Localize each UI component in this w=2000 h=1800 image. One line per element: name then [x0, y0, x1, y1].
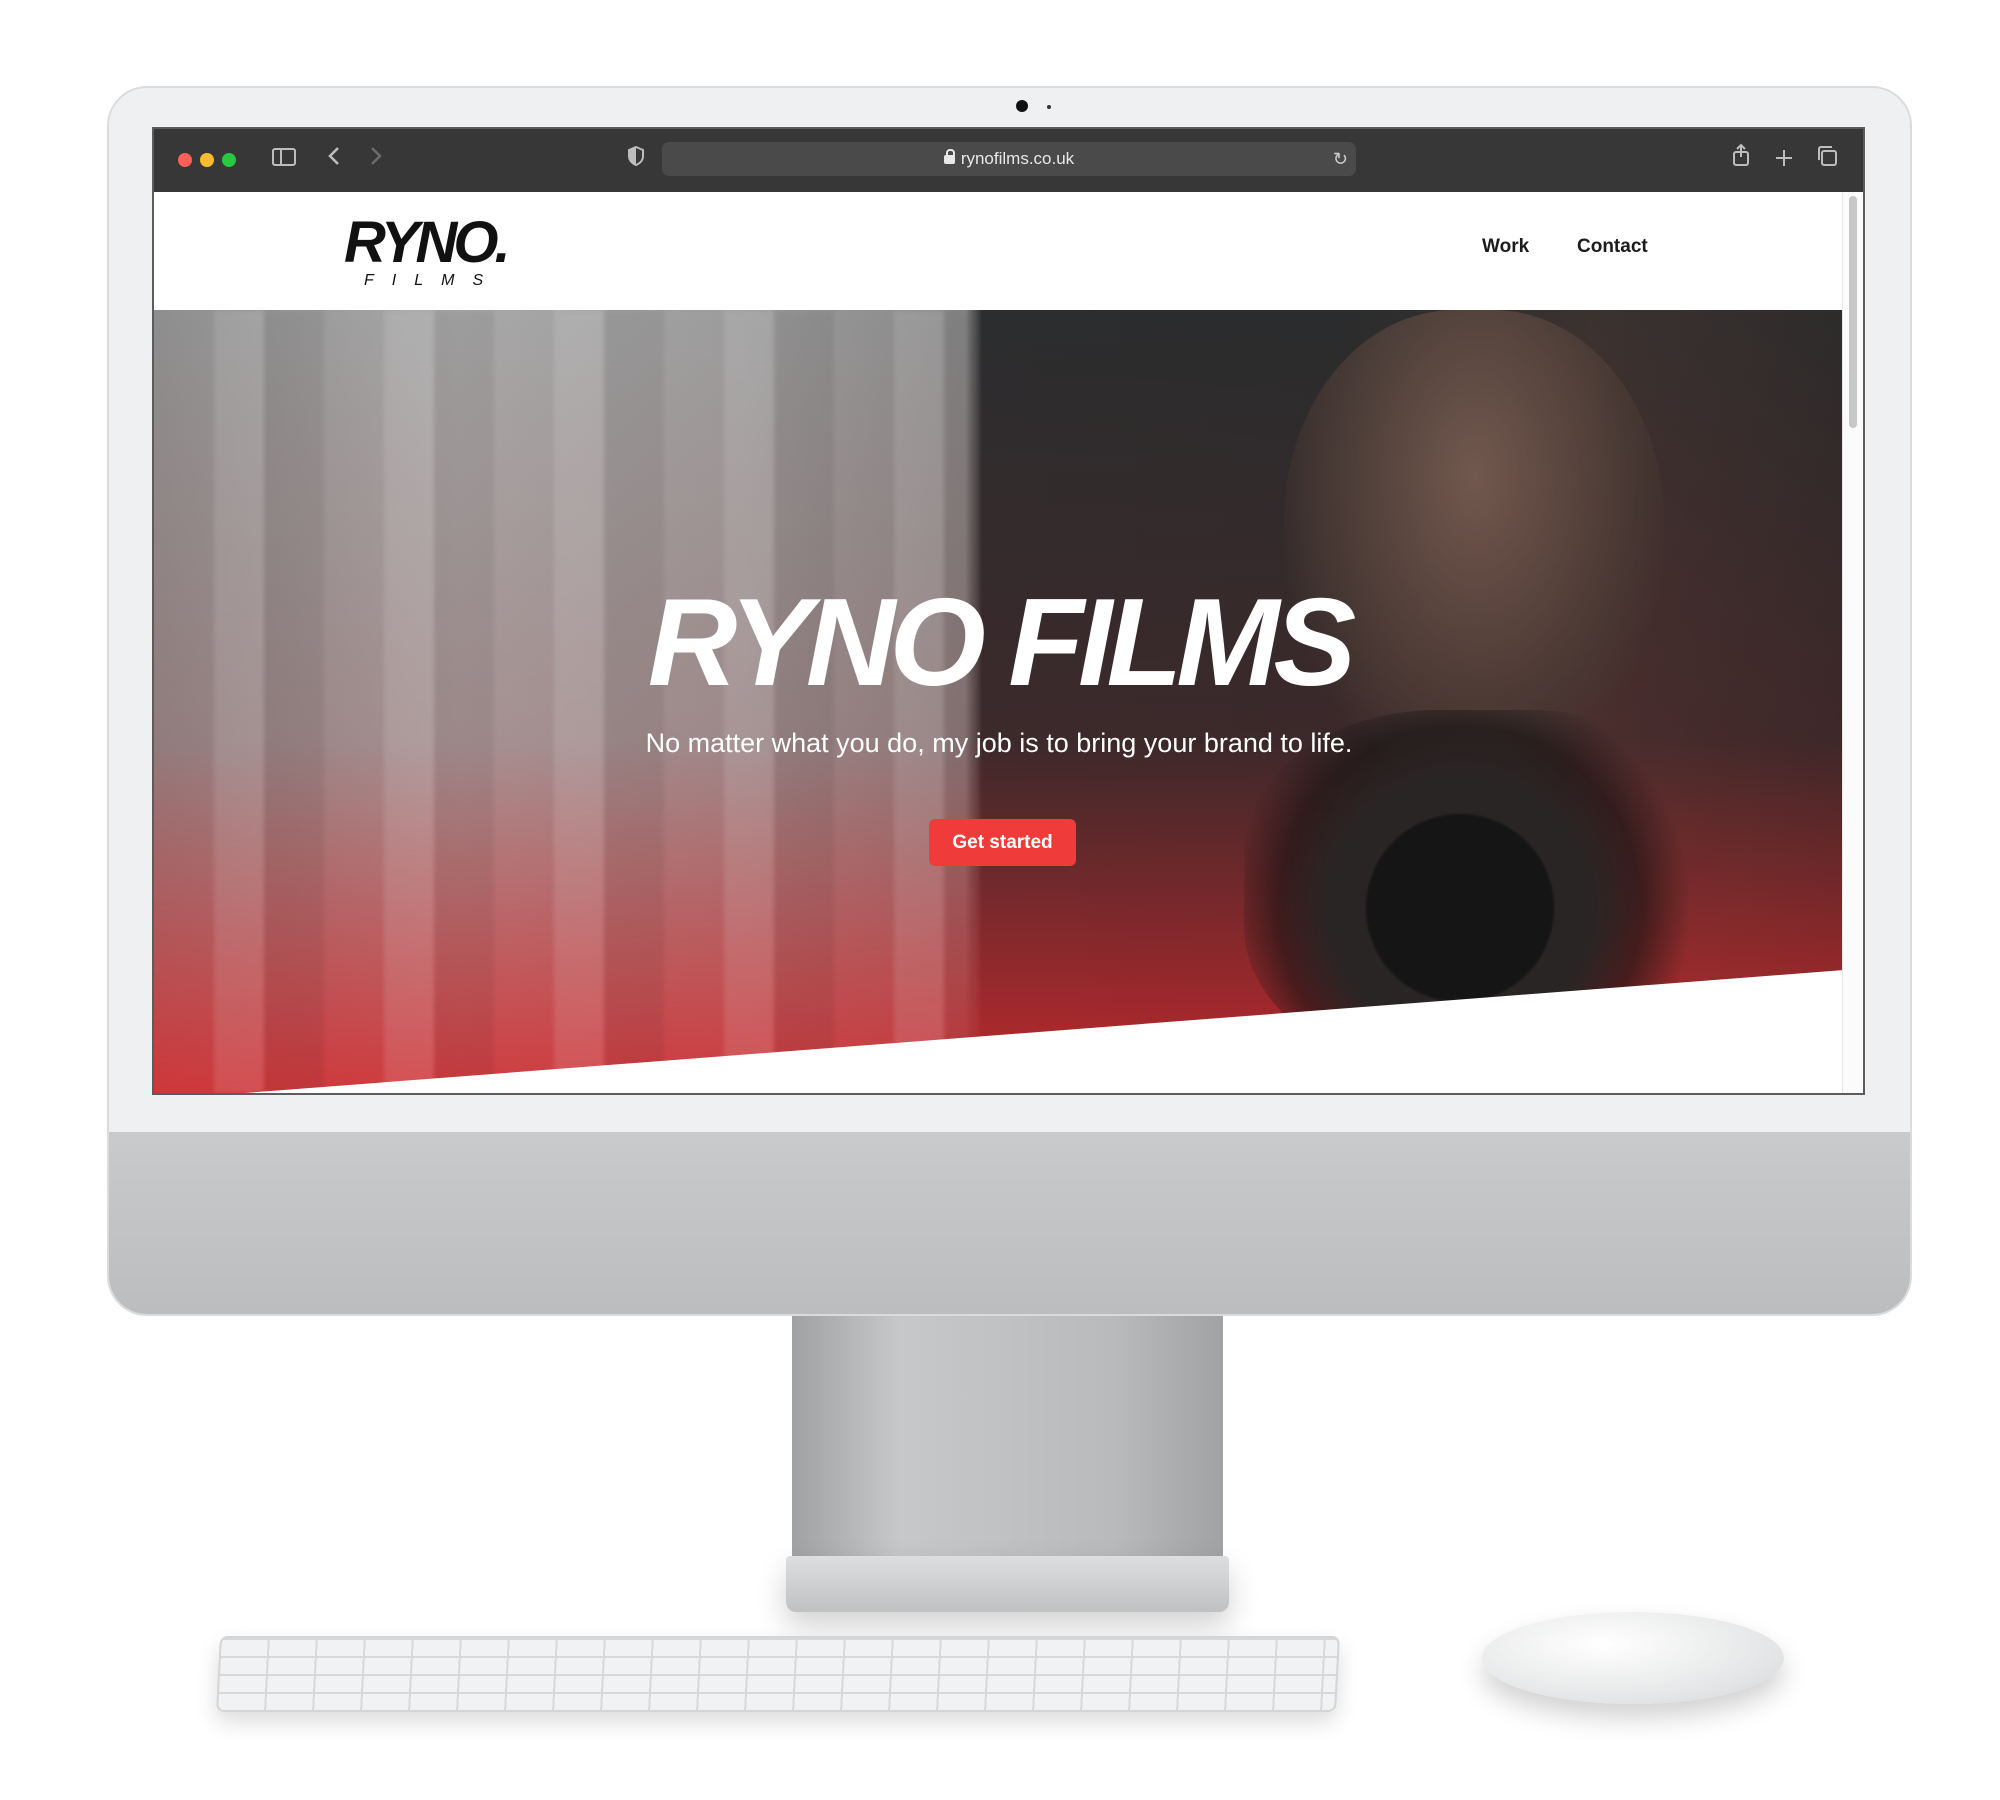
address-text: rynofilms.co.uk — [662, 142, 1356, 176]
shield-icon[interactable] — [624, 143, 648, 177]
get-started-button[interactable]: Get started — [929, 819, 1076, 866]
back-icon[interactable] — [322, 143, 346, 177]
reload-icon[interactable]: ↻ — [1333, 142, 1348, 176]
page-scrollbar[interactable] — [1842, 192, 1863, 1093]
logo-main-text: RYNO. — [344, 210, 511, 275]
address-bar[interactable]: rynofilms.co.uk ↻ — [662, 142, 1356, 176]
nav-work-link[interactable]: Work — [1482, 236, 1529, 258]
tabs-overview-icon[interactable] — [1814, 143, 1840, 177]
mouse — [1482, 1612, 1784, 1704]
lock-icon — [943, 149, 955, 164]
scrollbar-thumb[interactable] — [1849, 196, 1857, 428]
browser-toolbar: rynofilms.co.uk ↻ — [154, 129, 1863, 192]
ryno-logo[interactable]: RYNO. FILMS — [344, 210, 514, 290]
imac-chin — [109, 1132, 1910, 1314]
close-window-button[interactable] — [178, 153, 192, 167]
url-label: rynofilms.co.uk — [960, 149, 1075, 168]
camera-icon — [1016, 100, 1028, 112]
nav-contact-link[interactable]: Contact — [1577, 236, 1648, 258]
keyboard — [216, 1636, 1340, 1712]
minimize-window-button[interactable] — [200, 153, 214, 167]
hero-section: RYNO FILMS No matter what you do, my job… — [154, 310, 1844, 1093]
maximize-window-button[interactable] — [222, 153, 236, 167]
web-page: RYNO. FILMS Work Contact RYNO FILMS No m… — [154, 192, 1863, 1093]
hero-title: RYNO FILMS — [647, 574, 1356, 712]
hero-subtitle: No matter what you do, my job is to brin… — [645, 728, 1353, 758]
logo-sub-text: FILMS — [364, 272, 502, 289]
site-header: RYNO. FILMS Work Contact — [154, 192, 1844, 310]
forward-icon[interactable] — [364, 143, 388, 177]
screen: rynofilms.co.uk ↻ RYNO. FILMS Work Conta… — [152, 127, 1865, 1095]
imac-stand-base — [786, 1556, 1229, 1612]
share-icon[interactable] — [1728, 143, 1754, 177]
sidebar-icon[interactable] — [270, 143, 298, 177]
camera-sensor — [1047, 105, 1051, 109]
new-tab-icon[interactable] — [1771, 143, 1797, 177]
